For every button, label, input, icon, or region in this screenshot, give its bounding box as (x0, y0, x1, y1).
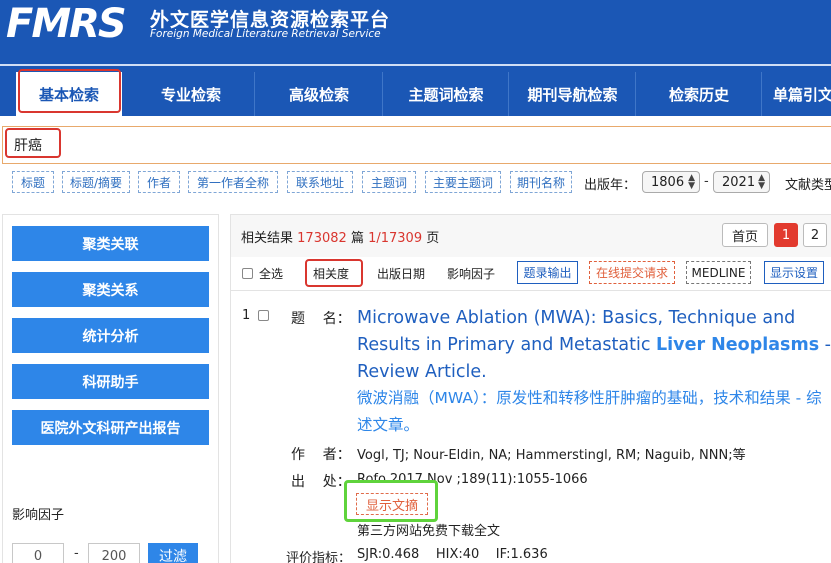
tab-single-citation[interactable]: 单篇引文 (763, 72, 831, 116)
results-total: 173082 (297, 231, 347, 246)
year-to-value: 2021 (722, 174, 756, 190)
tab-advanced-search[interactable]: 高级检索 (256, 72, 383, 116)
impact-factor-label: 影响因子 (12, 508, 65, 523)
results-page-info: 1/17309 (368, 231, 423, 246)
select-all-checkbox[interactable] (242, 268, 253, 279)
year-from-value: 1806 (651, 174, 685, 190)
evaluation-label: 评价指标： (286, 551, 352, 563)
export-citations-button[interactable]: 题录输出 (517, 261, 578, 284)
field-tag-journal[interactable]: 期刊名称 (510, 171, 572, 193)
page-1-button[interactable]: 1 (774, 223, 798, 247)
sort-date[interactable]: 出版日期 (377, 265, 425, 282)
field-tag-major-subject[interactable]: 主要主题词 (425, 171, 501, 193)
filter-button[interactable]: 过滤 (148, 543, 198, 563)
site-header: FMRS 外文医学信息资源检索平台 Foreign Medical Litera… (0, 0, 831, 64)
highlight-show-abstract (344, 480, 438, 522)
display-settings-button[interactable]: 显示设置 (764, 261, 824, 284)
impact-factor-separator: - (74, 546, 79, 561)
fmrs-logo[interactable]: FMRS (4, 4, 146, 42)
field-tag-title-abstract[interactable]: 标题/摘要 (62, 171, 130, 193)
doctype-label[interactable]: 文献类型 (785, 174, 831, 193)
field-tag-title[interactable]: 标题 (12, 171, 54, 193)
field-tag-author[interactable]: 作者 (138, 171, 180, 193)
record-checkbox[interactable] (258, 310, 269, 321)
results-unit-pages: 页 (426, 231, 440, 246)
results-unit-articles: 篇 (350, 231, 364, 246)
svg-text:FMRS: FMRS (6, 4, 125, 42)
submit-request-button[interactable]: 在线提交请求 (589, 261, 675, 284)
field-filter-row: 标题 标题/摘要 作者 第一作者全称 联系地址 主题词 主要主题词 期刊名称 出… (0, 168, 831, 196)
year-label: 出版年： (584, 178, 637, 193)
cluster-association-button[interactable]: 聚类关联 (12, 226, 209, 261)
highlight-sort-relevance (305, 259, 363, 287)
field-tag-first-author[interactable]: 第一作者全称 (188, 171, 278, 193)
year-separator: - (704, 174, 709, 189)
impact-factor-max-input[interactable]: 200 (88, 543, 140, 563)
results-count: 相关结果 173082 篇 1/17309 页 (241, 227, 439, 246)
impact-factor-min-input[interactable]: 0 (12, 543, 64, 563)
sort-impact-factor[interactable]: 影响因子 (447, 265, 495, 282)
record-number: 1 (242, 308, 251, 323)
main-nav: 基本检索 专业检索 高级检索 主题词检索 期刊导航检索 检索历史 单篇引文 (0, 64, 831, 116)
research-assistant-button[interactable]: 科研助手 (12, 364, 209, 399)
tab-journal-search[interactable]: 期刊导航检索 (510, 72, 636, 116)
tab-search-history[interactable]: 检索历史 (637, 72, 762, 116)
tab-subject-search[interactable]: 主题词检索 (384, 72, 509, 116)
cluster-relation-button[interactable]: 聚类关系 (12, 272, 209, 307)
free-download-link[interactable]: 第三方网站免费下载全文 (357, 520, 500, 539)
year-to-select[interactable]: 2021 ▲ ▼ (713, 171, 770, 193)
medline-button[interactable]: MEDLINE (686, 261, 751, 284)
hospital-report-button[interactable]: 医院外文科研产出报告 (12, 410, 209, 445)
record-title-cn[interactable]: 微波消融（MWA）：原发性和转移性肝肿瘤的基础，技术和结果 - 综述文章。 (357, 385, 831, 439)
highlight-basic-search (18, 69, 121, 113)
updown-arrow-icon: ▲ ▼ (758, 173, 765, 191)
updown-arrow-icon: ▲ ▼ (688, 173, 695, 191)
statistics-button[interactable]: 统计分析 (12, 318, 209, 353)
results-label: 相关结果 (241, 231, 294, 246)
field-tag-address[interactable]: 联系地址 (287, 171, 353, 193)
select-all-label[interactable]: 全选 (259, 265, 283, 282)
tab-professional-search[interactable]: 专业检索 (128, 72, 255, 116)
year-from-select[interactable]: 1806 ▲ ▼ (642, 171, 700, 193)
page-2-button[interactable]: 2 (803, 223, 827, 247)
highlight-search-query (5, 128, 61, 158)
record-metrics: SJR:0.468 HIX:40 IF:1.636 (357, 547, 548, 562)
record-authors: Vogl, TJ; Nour-Eldin, NA; Hammerstingl, … (357, 448, 746, 463)
first-page-button[interactable]: 首页 (722, 223, 768, 247)
author-label: 作 者： (291, 447, 351, 463)
title-label: 题 名： (291, 311, 351, 327)
source-label: 出 处： (291, 474, 351, 490)
field-tag-subject[interactable]: 主题词 (362, 171, 416, 193)
record-title-en[interactable]: Microwave Ablation (MWA): Basics, Techni… (357, 305, 831, 386)
search-input[interactable] (2, 126, 831, 164)
title-keyword: Liver Neoplasms (656, 335, 820, 355)
site-title-en: Foreign Medical Literature Retrieval Ser… (150, 28, 381, 40)
